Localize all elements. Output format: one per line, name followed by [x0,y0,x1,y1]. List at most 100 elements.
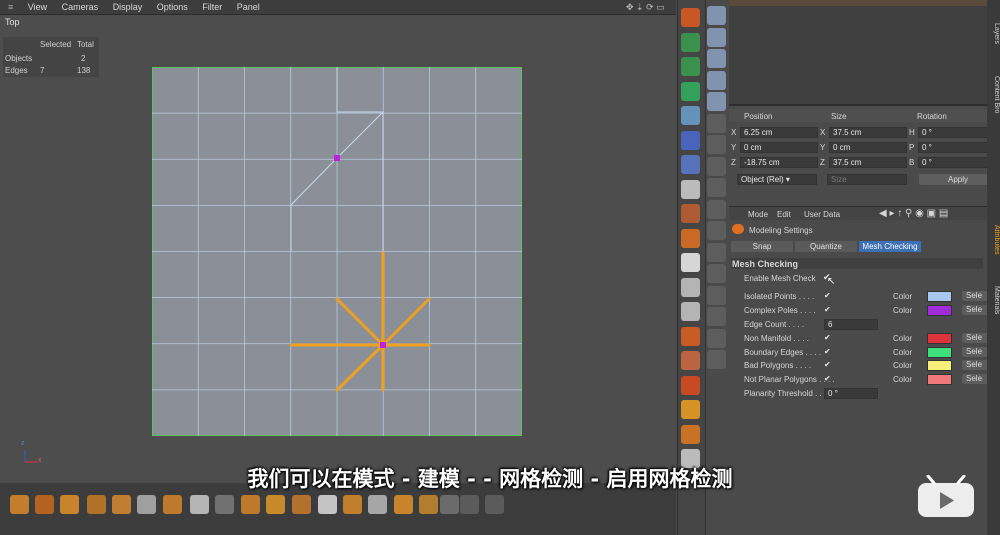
side-tab-attributes[interactable]: Attributes [987,210,1000,270]
side-tab-layers[interactable]: Layers [987,14,1000,54]
bottom-tool-icon[interactable] [292,495,311,514]
mesh-row-checkbox[interactable]: ✔ [824,305,831,314]
position-z-field[interactable]: -18.75 cm [740,157,818,168]
bottom-tool-icon[interactable] [163,495,182,514]
color-swatch[interactable] [927,333,952,344]
mesh-row-value[interactable]: 0 ° [824,388,878,399]
select-button[interactable]: Sele [962,360,988,370]
mode-tool-icon[interactable] [681,424,700,444]
select-button[interactable]: Sele [962,333,988,343]
coord-mode-select[interactable]: Object (Rel) ▾ [737,174,817,185]
plane-mesh[interactable] [152,67,522,436]
palette-tool-icon[interactable] [707,264,726,283]
position-y-field[interactable]: 0 cm [740,142,818,153]
size-z-field[interactable]: 37.5 cm [829,157,907,168]
palette-tool-icon[interactable] [707,6,726,25]
bottom-tool-icon[interactable] [368,495,387,514]
color-swatch[interactable] [927,305,952,316]
attr-menu-userdata[interactable]: User Data [804,210,840,219]
bottom-tool-icon[interactable] [215,495,234,514]
viewport-nav-icons[interactable]: ✥ ⇣ ⟳ ▭ [626,2,665,13]
palette-tool-icon[interactable] [707,307,726,326]
rotation-b-field[interactable]: 0 ° [918,157,996,168]
size-x-field[interactable]: 37.5 cm [829,127,907,138]
mode-tool-icon[interactable] [681,253,700,272]
rotation-h-field[interactable]: 0 ° [918,127,996,138]
object-row-selected[interactable] [729,0,987,6]
mode-tool-icon[interactable] [681,302,700,321]
side-tab-materials[interactable]: Materials [987,275,1000,325]
bottom-tool-icon[interactable] [318,495,337,514]
mode-tool-icon[interactable] [681,57,700,76]
palette-tool-icon[interactable] [707,156,726,176]
attr-menu-mode[interactable]: Mode [748,210,768,219]
bottom-tool-icon[interactable] [485,495,504,514]
menu-cameras[interactable]: Cameras [62,2,99,12]
palette-tool-icon[interactable] [707,49,726,68]
menu-view[interactable]: View [28,2,47,12]
attr-nav-icons[interactable]: ◀ ▸ ↑ ⚲ ◉ ▣ ▤ [879,208,948,219]
bottom-tool-icon[interactable] [112,495,131,514]
mesh-row-checkbox[interactable]: ✔ [824,347,831,356]
rotation-p-field[interactable]: 0 ° [918,142,996,153]
mode-tool-icon[interactable] [681,204,700,223]
select-button[interactable]: Sele [962,305,988,315]
mode-tool-icon[interactable] [681,155,700,174]
palette-tool-icon[interactable] [707,135,726,154]
bottom-tool-icon[interactable] [35,495,54,514]
coord-size-select[interactable]: Size [827,174,907,185]
mode-tool-icon[interactable] [681,400,700,419]
mode-tool-icon[interactable] [681,32,700,52]
palette-tool-icon[interactable] [707,92,726,111]
mesh-row-checkbox[interactable]: ✔ [824,291,831,300]
bottom-tool-icon[interactable] [343,495,362,514]
palette-tool-icon[interactable] [707,328,726,348]
mesh-row-checkbox[interactable]: ✔ [824,333,831,342]
palette-tool-icon[interactable] [707,199,726,219]
mesh-row-checkbox[interactable]: ✔ [824,374,831,383]
mode-tool-icon[interactable] [681,326,700,346]
color-swatch[interactable] [927,360,952,371]
apply-button[interactable]: Apply [919,174,997,185]
object-manager[interactable] [729,0,987,106]
palette-tool-icon[interactable] [707,70,726,90]
palette-tool-icon[interactable] [707,242,726,262]
mode-tool-icon[interactable] [681,106,700,125]
size-y-field[interactable]: 0 cm [829,142,907,153]
palette-tool-icon[interactable] [707,285,726,305]
tab-snap[interactable]: Snap [731,241,793,252]
menu-options[interactable]: Options [157,2,188,12]
palette-tool-icon[interactable] [707,113,726,133]
attr-menu-edit[interactable]: Edit [777,210,791,219]
bottom-tool-icon[interactable] [10,495,29,514]
mode-tool-icon[interactable] [681,277,700,297]
select-button[interactable]: Sele [962,374,988,384]
palette-tool-icon[interactable] [707,221,726,240]
mesh-row-value[interactable]: 6 [824,319,878,330]
bottom-tool-icon[interactable] [241,495,260,514]
mode-tool-icon[interactable] [681,179,700,199]
color-swatch[interactable] [927,347,952,358]
color-swatch[interactable] [927,291,952,302]
bottom-tool-icon[interactable] [440,495,459,514]
color-swatch[interactable] [927,374,952,385]
mode-tool-icon[interactable] [681,8,700,27]
menu-filter[interactable]: Filter [202,2,222,12]
mode-tool-icon[interactable] [681,130,700,150]
palette-tool-icon[interactable] [707,350,726,369]
position-x-field[interactable]: 6.25 cm [740,127,818,138]
mode-tool-icon[interactable] [681,351,700,370]
side-tab-content-browser[interactable]: Content Bro [987,60,1000,130]
mesh-row-checkbox[interactable]: ✔ [824,360,831,369]
bottom-tool-icon[interactable] [266,495,285,514]
select-button[interactable]: Sele [962,347,988,357]
bottom-tool-icon[interactable] [87,495,106,514]
palette-tool-icon[interactable] [707,27,726,47]
menu-panel[interactable]: Panel [237,2,260,12]
bottom-tool-icon[interactable] [460,495,479,514]
mode-tool-icon[interactable] [681,228,700,248]
tab-mesh-checking[interactable]: Mesh Checking [859,241,921,252]
menu-display[interactable]: Display [113,2,143,12]
select-button[interactable]: Sele [962,291,988,301]
bottom-tool-icon[interactable] [60,495,79,514]
